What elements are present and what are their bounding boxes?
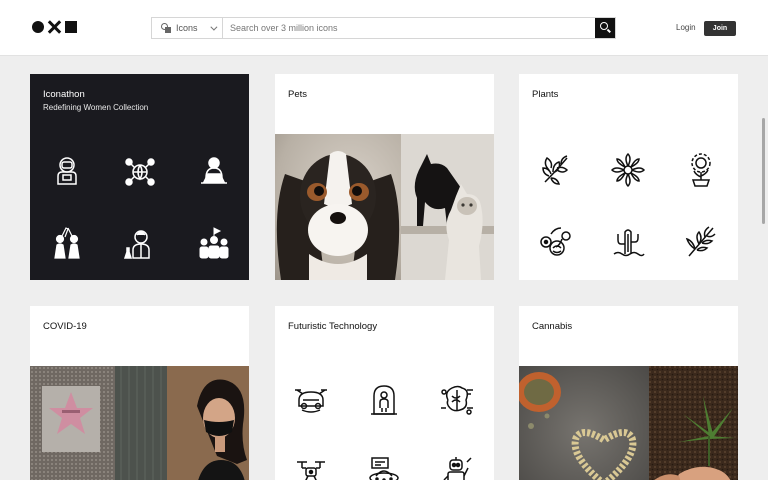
astronaut-icon[interactable] (47, 152, 87, 192)
high-five-icon[interactable] (47, 224, 87, 264)
masked-woman-photo (115, 366, 249, 480)
flying-car-icon[interactable] (291, 380, 331, 420)
page-scrollbar[interactable] (762, 118, 765, 224)
collection-card-cannabis[interactable]: Cannabis (519, 306, 738, 480)
capsule-person-icon[interactable] (364, 380, 404, 420)
star-walkway-photo (30, 366, 115, 480)
logo-x-icon (47, 20, 61, 34)
logo[interactable] (32, 20, 77, 34)
cactus-icon[interactable] (608, 222, 648, 262)
card-title: Pets (288, 89, 308, 100)
collection-card-iconathon[interactable]: Iconathon Redefining Women Collection (30, 74, 249, 280)
woman-laptop-icon[interactable] (194, 152, 234, 192)
herb-icon[interactable] (535, 150, 575, 190)
flower-icon[interactable] (608, 150, 648, 190)
logo-square-icon (65, 21, 77, 33)
top-header: Icons Login Join (0, 0, 768, 56)
heart-hemp-photo (519, 366, 649, 480)
chevron-down-icon (210, 23, 218, 31)
card-title: Cannabis (532, 321, 573, 332)
collection-card-covid-19[interactable]: COVID-19 (30, 306, 249, 480)
group-icon[interactable] (194, 224, 234, 264)
search-type-dropdown[interactable]: Icons (152, 18, 223, 38)
cannabis-plant-photo (649, 366, 738, 480)
search-bar: Icons (151, 17, 616, 39)
cat-photo (401, 134, 494, 280)
card-title: Futuristic Technology (288, 321, 378, 332)
collection-card-pets[interactable]: Pets (275, 74, 494, 280)
hologram-ufo-icon[interactable] (364, 452, 404, 480)
search-button[interactable] (595, 18, 615, 38)
collection-card-futuristic-technology[interactable]: Futuristic Technology (275, 306, 494, 480)
globe-network-icon[interactable] (120, 152, 160, 192)
login-link[interactable]: Login (676, 23, 696, 32)
card-title: Plants (532, 89, 559, 100)
shapes-icon (161, 23, 171, 33)
sunflower-pot-icon[interactable] (681, 150, 721, 190)
join-button[interactable]: Join (704, 21, 736, 36)
card-subtitle: Redefining Women Collection (43, 103, 149, 112)
logo-circle-icon (32, 21, 44, 33)
collection-card-plants[interactable]: Plants (519, 74, 738, 280)
succulent-icon[interactable] (535, 222, 575, 262)
dog-photo (275, 134, 401, 280)
robot-icon[interactable] (437, 452, 477, 480)
search-type-label: Icons (176, 23, 198, 33)
card-title: COVID-19 (43, 321, 87, 332)
card-title: Iconathon (43, 89, 85, 100)
brain-circuit-icon[interactable] (437, 380, 477, 420)
scientist-icon[interactable] (120, 224, 160, 264)
drone-icon[interactable] (291, 452, 331, 480)
branch-icon[interactable] (681, 222, 721, 262)
search-input[interactable] (223, 18, 595, 38)
